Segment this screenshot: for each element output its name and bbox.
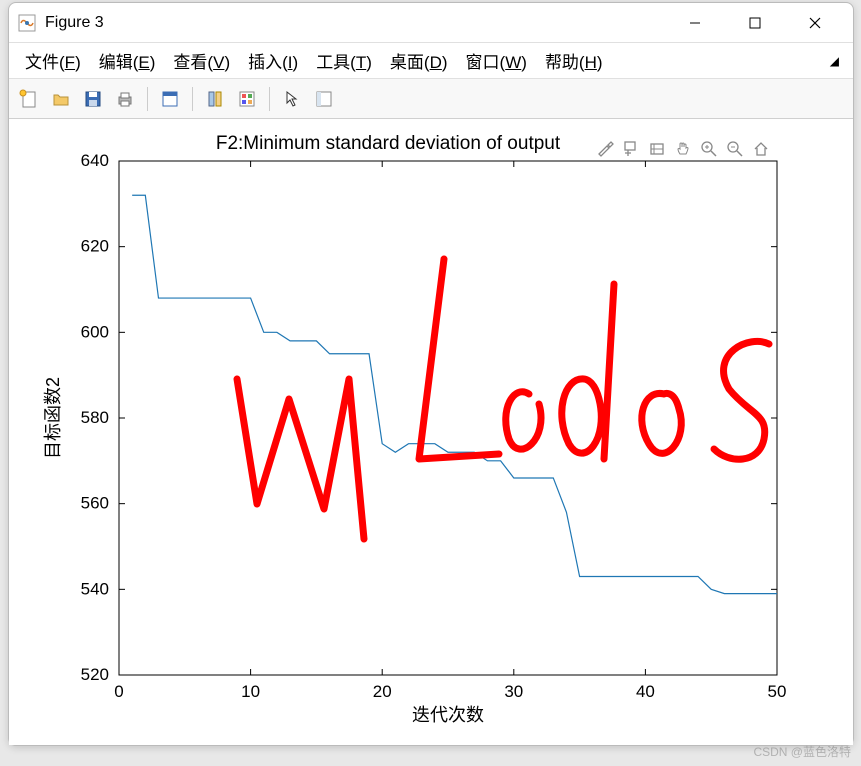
watermark: CSDN @蓝色洛特 [753, 743, 851, 760]
svg-text:F2:Minimum standard deviation: F2:Minimum standard deviation of output [216, 133, 561, 154]
chart[interactable]: 520 540 560 580 600 620 640 0 10 20 30 40 50 F2:Minim… [9, 119, 855, 741]
svg-text:620: 620 [81, 237, 109, 256]
print-button[interactable] [111, 85, 139, 113]
menu-help[interactable]: 帮助(H) [539, 44, 609, 77]
close-button[interactable] [785, 4, 845, 42]
toolbar-separator [269, 87, 270, 111]
plot-area: 520 540 560 580 600 620 640 0 10 20 30 40 50 F2:Minim… [9, 119, 853, 745]
menu-insert[interactable]: 插入(I) [242, 44, 304, 77]
colorbar-button[interactable] [233, 85, 261, 113]
app-icon [17, 13, 37, 33]
arrow-button[interactable] [278, 85, 306, 113]
svg-text:迭代次数: 迭代次数 [412, 705, 484, 725]
svg-text:640: 640 [81, 151, 109, 170]
toolbar-separator [147, 87, 148, 111]
menu-window[interactable]: 窗口(W) [460, 44, 533, 77]
menu-desktop[interactable]: 桌面(D) [384, 44, 454, 77]
titlebar: Figure 3 [9, 3, 853, 43]
minimize-button[interactable] [665, 4, 725, 42]
menu-edit[interactable]: 编辑(E) [93, 44, 162, 77]
svg-text:目标函数2: 目标函数2 [43, 377, 63, 459]
menu-file[interactable]: 文件(F) [19, 44, 87, 77]
svg-text:10: 10 [241, 682, 260, 701]
save-button[interactable] [79, 85, 107, 113]
window-controls [665, 4, 845, 42]
svg-text:40: 40 [636, 682, 655, 701]
inspect-button[interactable] [310, 85, 338, 113]
maximize-button[interactable] [725, 4, 785, 42]
toolbar-separator [192, 87, 193, 111]
toolbar [9, 79, 853, 119]
svg-text:0: 0 [114, 682, 123, 701]
svg-text:30: 30 [504, 682, 523, 701]
menu-tools[interactable]: 工具(T) [310, 44, 378, 77]
link-button[interactable] [201, 85, 229, 113]
window-title: Figure 3 [45, 14, 665, 32]
menubar: 文件(F) 编辑(E) 查看(V) 插入(I) 工具(T) 桌面(D) 窗口(W… [9, 43, 853, 79]
svg-text:580: 580 [81, 408, 109, 427]
new-figure-button[interactable] [15, 85, 43, 113]
svg-text:560: 560 [81, 494, 109, 513]
svg-text:50: 50 [768, 682, 787, 701]
figure-window: Figure 3 文件(F) 编辑(E) 查看(V) 插入(I) 工具(T) 桌… [8, 2, 854, 746]
svg-text:520: 520 [81, 665, 109, 684]
dock-arrow-icon[interactable]: ◢ [826, 50, 843, 72]
open-button[interactable] [47, 85, 75, 113]
svg-text:540: 540 [81, 579, 109, 598]
svg-text:600: 600 [81, 322, 109, 341]
svg-text:20: 20 [373, 682, 392, 701]
datacursor-button[interactable] [156, 85, 184, 113]
menu-view[interactable]: 查看(V) [167, 44, 236, 77]
